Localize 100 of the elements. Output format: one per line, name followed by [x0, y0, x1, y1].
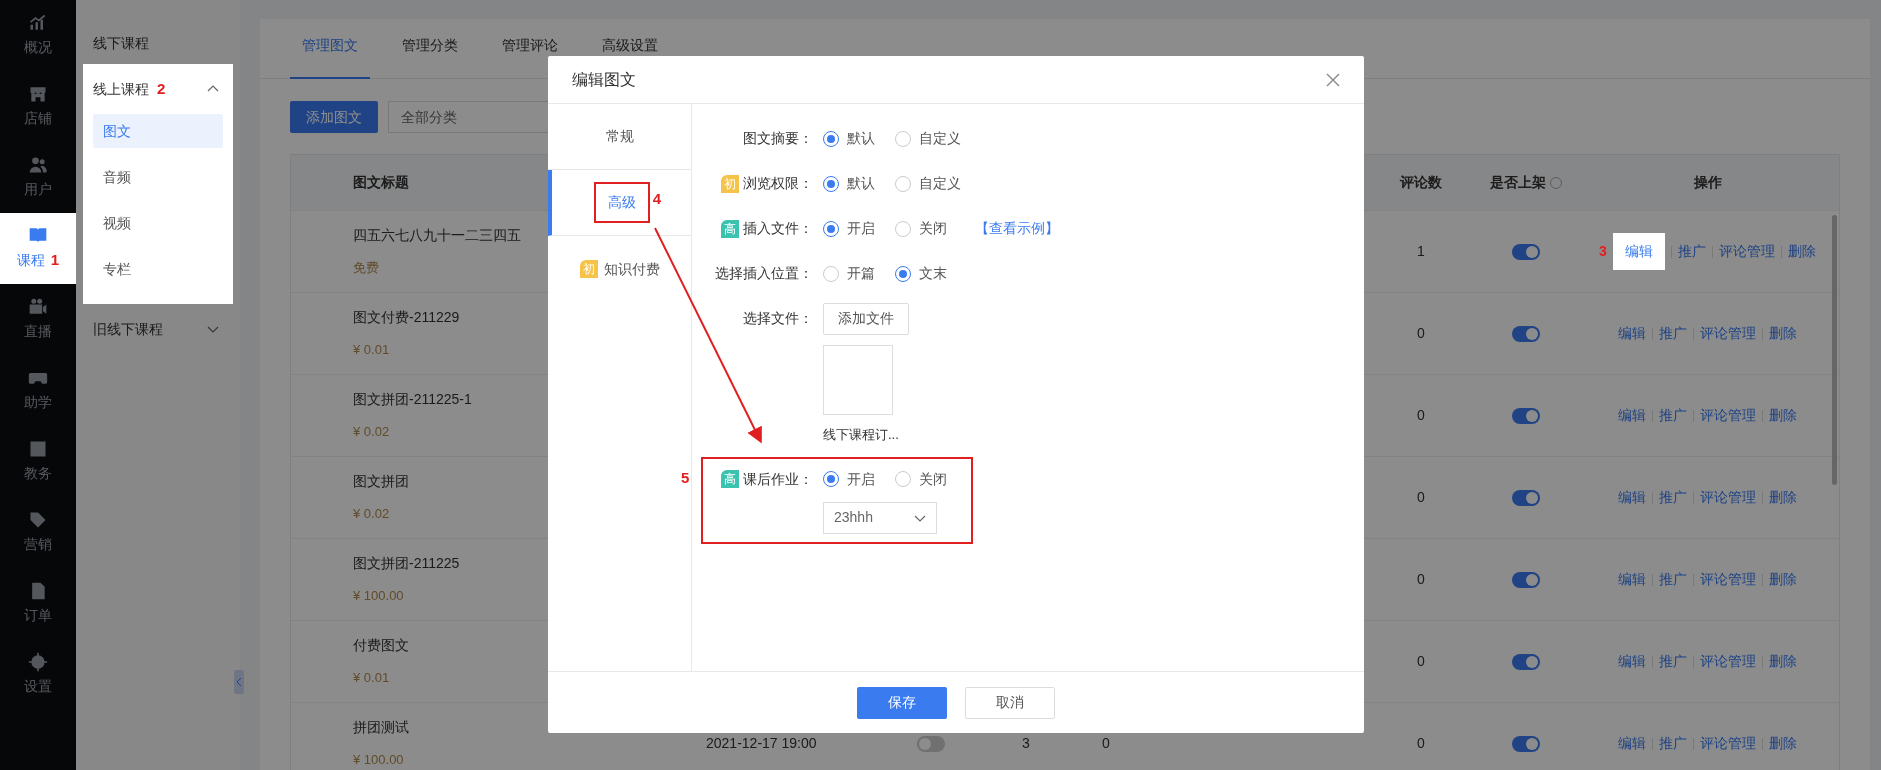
action-link[interactable]: 删除: [1769, 733, 1797, 754]
action-link[interactable]: 删除: [1769, 569, 1797, 590]
action-link[interactable]: 评论管理: [1718, 241, 1775, 262]
edit-link[interactable]: 编辑: [1612, 233, 1665, 270]
sidebar-label: 营销: [24, 535, 52, 554]
annotation-number: 5: [681, 467, 690, 488]
file-thumbnail: [823, 345, 893, 415]
scrollbar-thumb[interactable]: [1832, 215, 1837, 485]
action-link[interactable]: 编辑: [1618, 569, 1646, 590]
table-cell-text: 3: [1021, 734, 1031, 753]
action-link[interactable]: 编辑: [1618, 487, 1646, 508]
action-link[interactable]: 推广: [1659, 323, 1687, 344]
radio-label: 关闭: [919, 469, 947, 489]
action-link[interactable]: 推广: [1677, 241, 1706, 262]
level-badge: 高: [721, 470, 739, 488]
action-link[interactable]: 评论管理: [1700, 569, 1756, 590]
sidebar-label: 概况: [24, 38, 52, 57]
dialog-nav-item[interactable]: 常规: [548, 104, 691, 170]
action-link[interactable]: 编辑: [1618, 651, 1646, 672]
submenu-group[interactable]: 线上课程 2: [83, 64, 233, 114]
toggle-switch[interactable]: [1512, 243, 1540, 260]
annotation-number: 3: [1599, 242, 1607, 261]
select-value: 23hhh: [834, 508, 873, 527]
homework-select[interactable]: 23hhh: [823, 501, 937, 534]
sidebar-label: 直播: [24, 322, 52, 341]
chart-icon: [28, 13, 48, 33]
article-title: 四五六七八九十一二三四五: [353, 226, 521, 246]
close-icon[interactable]: [1326, 72, 1340, 87]
table-cell: 0: [1417, 735, 1425, 751]
toggle-switch[interactable]: [1512, 571, 1540, 588]
submenu-item[interactable]: 视频: [93, 206, 223, 240]
field-label: 插入文件：: [743, 219, 813, 238]
price-text: ¥ 100.00: [353, 587, 404, 606]
toggle-switch[interactable]: [1512, 489, 1540, 506]
sidebar-item[interactable]: 教务: [0, 426, 76, 497]
toggle-switch[interactable]: [917, 735, 945, 752]
sidebar-item[interactable]: 概况: [0, 0, 76, 71]
column-header: 操作: [1693, 174, 1722, 190]
nav-label: 常规: [605, 127, 634, 146]
tab[interactable]: 管理分类: [390, 35, 470, 79]
save-button[interactable]: 保存: [857, 686, 947, 719]
column-header: 图文标题: [353, 174, 409, 190]
action-link[interactable]: 删除: [1769, 405, 1797, 426]
level-badge: 初: [721, 174, 739, 193]
submenu-group[interactable]: 旧线下课程: [83, 304, 233, 354]
price-text: ¥ 0.01: [353, 341, 390, 360]
sidebar-label: 店铺: [24, 109, 52, 128]
action-link[interactable]: 评论管理: [1700, 405, 1756, 426]
action-link[interactable]: 编辑: [1618, 405, 1646, 426]
field-label: 选择插入位置：: [715, 264, 813, 283]
collapse-handle-icon[interactable]: [234, 670, 244, 694]
toggle-switch[interactable]: [1512, 735, 1540, 752]
action-link[interactable]: 删除: [1769, 323, 1797, 344]
cancel-button[interactable]: 取消: [965, 686, 1055, 719]
action-link[interactable]: 评论管理: [1700, 651, 1756, 672]
sidebar-item[interactable]: 设置: [0, 639, 76, 710]
radio-label: 默认: [847, 174, 875, 193]
submenu-item[interactable]: 专栏: [93, 252, 223, 286]
dialog-nav-item[interactable]: 高级 4: [548, 170, 691, 236]
toggle-switch[interactable]: [1512, 407, 1540, 424]
tab[interactable]: 管理图文: [290, 35, 370, 79]
action-link[interactable]: 评论管理: [1700, 487, 1756, 508]
sidebar-item[interactable]: 用户: [0, 142, 76, 213]
sidebar-label: 设置: [24, 677, 52, 696]
radio-label: 关闭: [919, 219, 947, 238]
add-file-button[interactable]: 添加文件: [823, 302, 909, 335]
article-title: 图文拼团-211225-1: [353, 390, 472, 410]
submenu-item[interactable]: 线下课程: [76, 22, 240, 64]
table-cell: 0: [1417, 653, 1425, 669]
sidebar-item[interactable]: 营销: [0, 497, 76, 568]
action-link[interactable]: 推广: [1659, 487, 1687, 508]
toggle-switch[interactable]: [1512, 653, 1540, 670]
group-label: 线上课程: [93, 79, 149, 99]
example-link[interactable]: 【查看示例】: [975, 218, 1059, 239]
add-article-button[interactable]: 添加图文: [290, 101, 378, 133]
submenu-item[interactable]: 音频: [93, 160, 223, 194]
action-link[interactable]: 删除: [1769, 651, 1797, 672]
article-title: 图文付费-211229: [353, 308, 460, 328]
article-title: 图文拼团: [353, 472, 409, 492]
action-link[interactable]: 删除: [1787, 241, 1816, 262]
action-link[interactable]: 编辑: [1618, 733, 1646, 754]
submenu-item[interactable]: 图文: [93, 114, 223, 148]
toggle-switch[interactable]: [1512, 325, 1540, 342]
sidebar-item[interactable]: 订单: [0, 568, 76, 639]
sidebar-item[interactable]: 课程 1: [0, 213, 76, 284]
action-link[interactable]: 推广: [1659, 651, 1687, 672]
action-link[interactable]: 推广: [1659, 405, 1687, 426]
action-link[interactable]: 编辑: [1618, 323, 1646, 344]
dialog-nav-item[interactable]: 初 知识付费: [548, 236, 691, 302]
action-link[interactable]: 推广: [1659, 569, 1687, 590]
sidebar-item[interactable]: 直播: [0, 284, 76, 355]
action-link[interactable]: 评论管理: [1700, 323, 1756, 344]
action-link[interactable]: 删除: [1769, 487, 1797, 508]
sidebar-item[interactable]: 店铺: [0, 71, 76, 142]
action-link[interactable]: 推广: [1659, 733, 1687, 754]
table-cell: 0: [1417, 571, 1425, 587]
action-link[interactable]: 评论管理: [1700, 733, 1756, 754]
sidebar-item[interactable]: 助学: [0, 355, 76, 426]
users-icon: [28, 155, 48, 175]
price-text: ¥ 100.00: [353, 751, 404, 770]
